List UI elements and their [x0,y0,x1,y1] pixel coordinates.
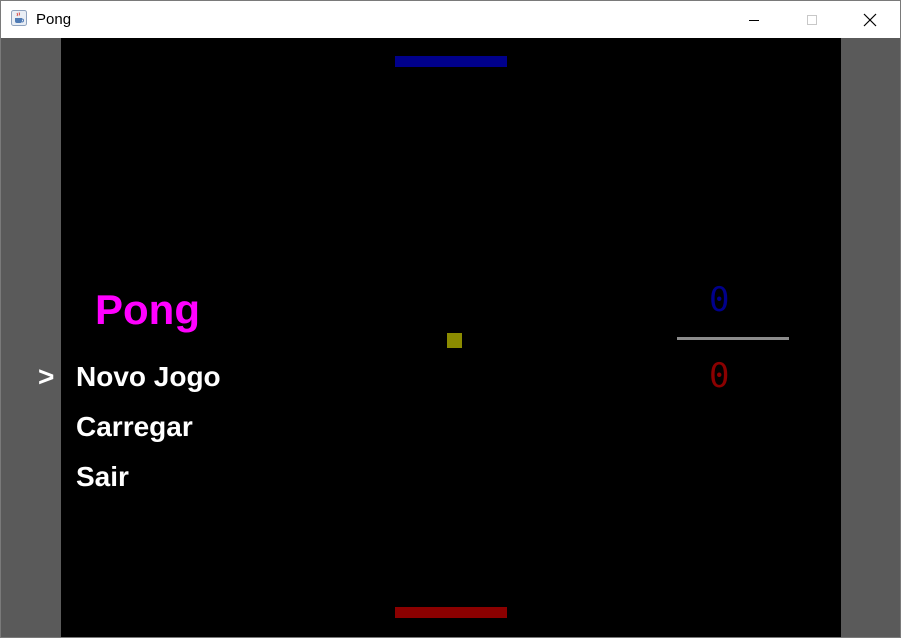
close-icon [863,13,877,26]
menu-item-carregar[interactable]: Carregar [76,411,193,443]
maximize-button[interactable] [783,1,841,38]
title-bar[interactable]: Pong [1,1,900,38]
bottom-paddle [395,607,507,618]
menu-cursor: > [38,361,55,392]
app-window: Pong Pong > Novo Jogo Carregar Sair 0 0 [0,0,901,638]
top-paddle [395,56,507,67]
bottom-player-score: 0 [709,356,730,396]
maximize-icon [807,14,817,25]
menu-item-novo-jogo[interactable]: Novo Jogo [76,361,221,393]
minimize-icon [749,19,759,21]
java-cup-icon[interactable] [11,10,27,26]
close-button[interactable] [841,1,899,38]
window-title: Pong [36,11,72,28]
game-title: Pong [95,286,200,333]
score-divider [677,337,789,340]
menu-item-sair[interactable]: Sair [76,461,129,493]
minimize-button[interactable] [725,1,783,38]
game-canvas[interactable]: Pong > Novo Jogo Carregar Sair 0 0 [38,38,841,637]
top-player-score: 0 [709,280,730,320]
ball [447,333,462,348]
window-client-area: Pong > Novo Jogo Carregar Sair 0 0 [1,38,900,637]
